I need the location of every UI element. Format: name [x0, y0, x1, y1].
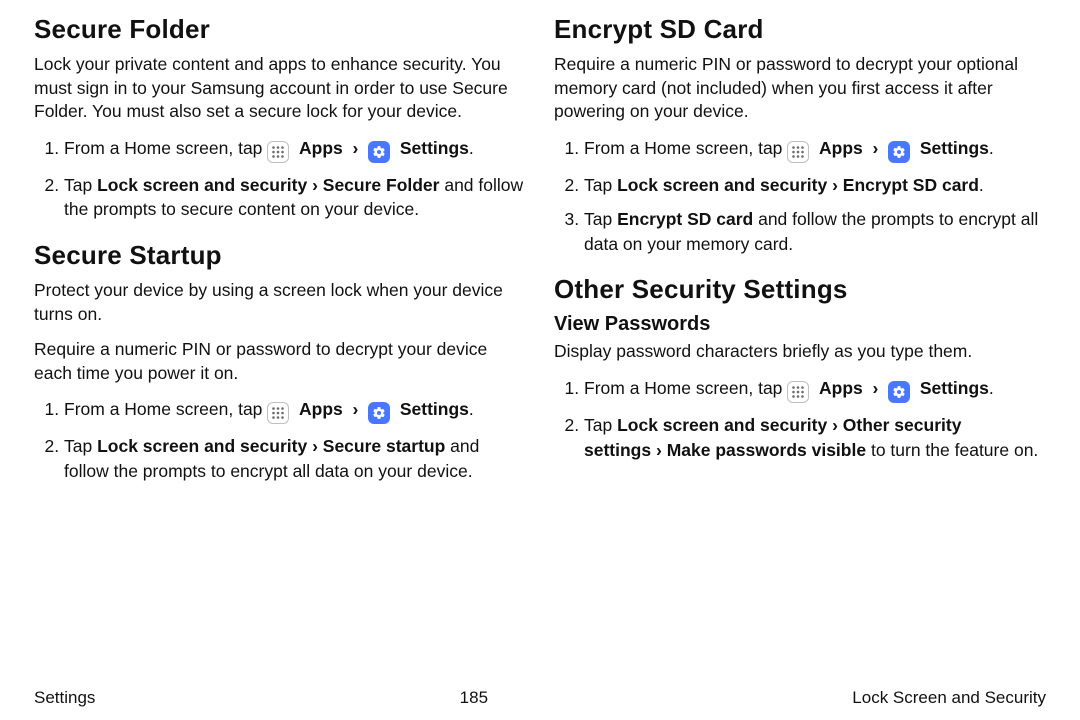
breadcrumb-caret: ›	[827, 175, 843, 195]
apps-icon	[267, 402, 289, 424]
apps-label: Apps	[814, 138, 863, 158]
heading-encrypt-sd: Encrypt SD Card	[554, 14, 1046, 45]
settings-icon	[368, 141, 390, 163]
breadcrumb-caret: ›	[651, 440, 667, 460]
secure-folder-intro: Lock your private content and apps to en…	[34, 53, 526, 124]
secure-startup-step-1: From a Home screen, tap Apps › Settings.	[64, 397, 526, 424]
step-text: Tap	[64, 175, 97, 195]
step-text: Tap	[584, 415, 617, 435]
secure-startup-p2: Require a numeric PIN or password to dec…	[34, 338, 526, 385]
page-footer: Settings 185 Lock Screen and Security	[34, 682, 1046, 708]
breadcrumb-caret: ›	[307, 175, 323, 195]
encrypt-sd-steps: From a Home screen, tap Apps › Settings.…	[554, 136, 1046, 257]
apps-icon	[787, 141, 809, 163]
breadcrumb-caret: ›	[307, 436, 323, 456]
path-part: Encrypt SD card	[843, 175, 979, 195]
secure-startup-p1: Protect your device by using a screen lo…	[34, 279, 526, 326]
secure-startup-steps: From a Home screen, tap Apps › Settings.…	[34, 397, 526, 483]
breadcrumb-caret: ›	[827, 415, 843, 435]
period: .	[469, 138, 474, 158]
path-part: Lock screen and security	[617, 415, 827, 435]
apps-icon	[787, 381, 809, 403]
encrypt-sd-intro: Require a numeric PIN or password to dec…	[554, 53, 1046, 124]
period: .	[979, 175, 984, 195]
step-text: Tap	[584, 175, 617, 195]
two-column-layout: Secure Folder Lock your private content …	[34, 14, 1046, 682]
manual-page: Secure Folder Lock your private content …	[0, 0, 1080, 720]
period: .	[989, 378, 994, 398]
apps-label: Apps	[294, 138, 343, 158]
footer-right: Lock Screen and Security	[852, 688, 1046, 708]
heading-secure-startup: Secure Startup	[34, 240, 526, 271]
breadcrumb-caret: ›	[868, 138, 884, 158]
period: .	[469, 399, 474, 419]
step-text: From a Home screen, tap	[584, 138, 787, 158]
settings-label: Settings	[915, 378, 989, 398]
period: .	[989, 138, 994, 158]
encrypt-sd-step-3: Tap Encrypt SD card and follow the promp…	[584, 207, 1046, 256]
view-passwords-step-2: Tap Lock screen and security › Other sec…	[584, 413, 1046, 462]
settings-icon	[888, 141, 910, 163]
footer-page-number: 185	[95, 688, 852, 708]
apps-label: Apps	[814, 378, 863, 398]
step-text: From a Home screen, tap	[584, 378, 787, 398]
settings-icon	[368, 402, 390, 424]
right-column: Encrypt SD Card Require a numeric PIN or…	[554, 14, 1046, 682]
secure-folder-steps: From a Home screen, tap Apps › Settings.…	[34, 136, 526, 222]
encrypt-sd-step-1: From a Home screen, tap Apps › Settings.	[584, 136, 1046, 163]
path-part: Lock screen and security	[97, 436, 307, 456]
heading-secure-folder: Secure Folder	[34, 14, 526, 45]
view-passwords-intro: Display password characters briefly as y…	[554, 340, 1046, 364]
breadcrumb-caret: ›	[868, 378, 884, 398]
step-text: From a Home screen, tap	[64, 399, 267, 419]
settings-icon	[888, 381, 910, 403]
step-text: Tap	[64, 436, 97, 456]
path-part: Lock screen and security	[97, 175, 307, 195]
heading-other-security: Other Security Settings	[554, 274, 1046, 305]
settings-label: Settings	[395, 138, 469, 158]
view-passwords-steps: From a Home screen, tap Apps › Settings.…	[554, 376, 1046, 462]
view-passwords-step-1: From a Home screen, tap Apps › Settings.	[584, 376, 1046, 403]
step-text: to turn the feature on.	[866, 440, 1038, 460]
settings-label: Settings	[395, 399, 469, 419]
breadcrumb-caret: ›	[348, 399, 364, 419]
path-part: Encrypt SD card	[617, 209, 753, 229]
secure-startup-step-2: Tap Lock screen and security › Secure st…	[64, 434, 526, 483]
encrypt-sd-step-2: Tap Lock screen and security › Encrypt S…	[584, 173, 1046, 198]
breadcrumb-caret: ›	[348, 138, 364, 158]
secure-folder-step-2: Tap Lock screen and security › Secure Fo…	[64, 173, 526, 222]
path-part: Secure startup	[323, 436, 446, 456]
settings-label: Settings	[915, 138, 989, 158]
path-part: Secure Folder	[323, 175, 440, 195]
heading-view-passwords: View Passwords	[554, 313, 1046, 336]
path-part: Make passwords visible	[667, 440, 866, 460]
secure-folder-step-1: From a Home screen, tap Apps › Settings.	[64, 136, 526, 163]
step-text: Tap	[584, 209, 617, 229]
path-part: Lock screen and security	[617, 175, 827, 195]
apps-label: Apps	[294, 399, 343, 419]
step-text: From a Home screen, tap	[64, 138, 267, 158]
apps-icon	[267, 141, 289, 163]
footer-left: Settings	[34, 688, 95, 708]
left-column: Secure Folder Lock your private content …	[34, 14, 526, 682]
